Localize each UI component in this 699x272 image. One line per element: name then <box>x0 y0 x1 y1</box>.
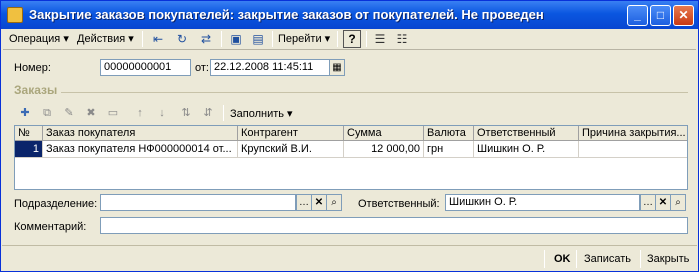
sync-icon[interactable]: ⇄ <box>197 30 215 48</box>
toolbar-separator <box>221 31 222 47</box>
actions-menu[interactable]: Действия ▾ <box>77 31 134 47</box>
number-label: Номер: <box>14 62 51 74</box>
action-bar: OK Записать Закрыть <box>2 245 697 271</box>
window-title: Закрытие заказов покупателей: закрытие з… <box>29 7 544 22</box>
row-number[interactable]: 1 <box>15 141 43 158</box>
back-arrow-icon[interactable]: ⇤ <box>149 30 167 48</box>
column-header[interactable]: Ответственный <box>474 126 579 141</box>
maximize-button[interactable]: □ <box>650 5 671 26</box>
toolbar-separator <box>366 31 367 47</box>
comment-label: Комментарий: <box>14 221 87 233</box>
post-document-icon[interactable]: ▣ <box>227 30 245 48</box>
responsible-label: Ответственный: <box>358 198 440 210</box>
column-header[interactable]: Причина закрытия... <box>579 126 687 141</box>
orders-section-title: Заказы <box>14 83 58 97</box>
edit-row-icon[interactable]: ✎ <box>60 104 78 122</box>
toolbar-separator <box>576 250 577 268</box>
toolbar-separator <box>544 250 545 268</box>
order-cell[interactable]: Заказ покупателя НФ000000014 от... <box>43 141 238 158</box>
move-down-icon[interactable]: ↓ <box>153 104 171 122</box>
calendar-icon[interactable]: ▦ <box>329 59 345 76</box>
list-view-icon[interactable]: ☰ <box>371 30 389 48</box>
minimize-button[interactable]: _ <box>627 5 648 26</box>
toolbar-separator <box>337 31 338 47</box>
move-up-icon[interactable]: ↑ <box>131 104 149 122</box>
add-row-icon[interactable]: ✚ <box>16 104 34 122</box>
sum-cell[interactable]: 12 000,00 <box>344 141 424 158</box>
column-header[interactable]: Сумма <box>344 126 424 141</box>
goto-menu[interactable]: Перейти ▾ <box>278 31 330 47</box>
ok-button[interactable]: OK <box>554 251 571 267</box>
refresh-icon[interactable]: ↻ <box>173 30 191 48</box>
orders-table[interactable]: № Заказ покупателя Контрагент Сумма Валю… <box>14 125 688 190</box>
date-label: от: <box>195 62 209 74</box>
select-department-button[interactable]: … <box>296 194 312 211</box>
document-window: Закрытие заказов покупателей: закрытие з… <box>0 0 699 272</box>
column-header[interactable]: № <box>15 126 43 141</box>
toolbar-separator <box>142 31 143 47</box>
responsible-field[interactable]: Шишкин О. Р. <box>445 194 640 211</box>
table-row[interactable]: 1 Заказ покупателя НФ000000014 от... Кру… <box>15 141 687 158</box>
close-button[interactable]: Закрыть <box>647 251 689 267</box>
operation-menu[interactable]: Операция ▾ <box>9 31 69 47</box>
sort-ascending-icon[interactable]: ⇅ <box>177 104 195 122</box>
search-icon[interactable]: ⌕ <box>326 194 342 211</box>
search-icon[interactable]: ⌕ <box>670 194 686 211</box>
delete-row-icon[interactable]: ✖ <box>82 104 100 122</box>
date-field[interactable]: 22.12.2008 11:45:11 <box>210 59 330 76</box>
department-field[interactable] <box>100 194 296 211</box>
column-header[interactable]: Заказ покупателя <box>43 126 238 141</box>
save-button[interactable]: Записать <box>584 251 631 267</box>
column-header[interactable]: Контрагент <box>238 126 344 141</box>
toolbar-separator <box>640 250 641 268</box>
copy-row-icon[interactable]: ⧉ <box>38 104 56 122</box>
end-edit-icon[interactable]: ▭ <box>104 104 122 122</box>
toolbar-separator <box>223 105 224 121</box>
document-icon <box>7 7 23 23</box>
help-icon[interactable]: ? <box>343 30 361 48</box>
print-icon[interactable]: ▤ <box>249 30 267 48</box>
fill-menu[interactable]: Заполнить ▾ <box>230 107 293 120</box>
sort-descending-icon[interactable]: ⇵ <box>199 104 217 122</box>
currency-cell[interactable]: грн <box>424 141 474 158</box>
toolbar-separator <box>272 31 273 47</box>
title-bar: Закрытие заказов покупателей: закрытие з… <box>1 1 698 29</box>
clear-icon[interactable]: ✕ <box>655 194 671 211</box>
select-responsible-button[interactable]: … <box>640 194 656 211</box>
number-field[interactable]: 00000000001 <box>100 59 191 76</box>
counterparty-cell[interactable]: Крупский В.И. <box>238 141 344 158</box>
close-window-button[interactable]: ✕ <box>673 5 694 26</box>
table-header: № Заказ покупателя Контрагент Сумма Валю… <box>15 126 687 141</box>
section-divider <box>61 92 688 93</box>
reason-cell[interactable] <box>579 141 687 158</box>
responsible-cell[interactable]: Шишкин О. Р. <box>474 141 579 158</box>
main-toolbar: Операция ▾ Действия ▾ ⇤ ↻ ⇄ ▣ ▤ Перейти … <box>3 28 696 50</box>
department-label: Подразделение: <box>14 198 98 210</box>
comment-field[interactable] <box>100 217 688 234</box>
structure-icon[interactable]: ☷ <box>393 30 411 48</box>
clear-icon[interactable]: ✕ <box>311 194 327 211</box>
column-header[interactable]: Валюта <box>424 126 474 141</box>
